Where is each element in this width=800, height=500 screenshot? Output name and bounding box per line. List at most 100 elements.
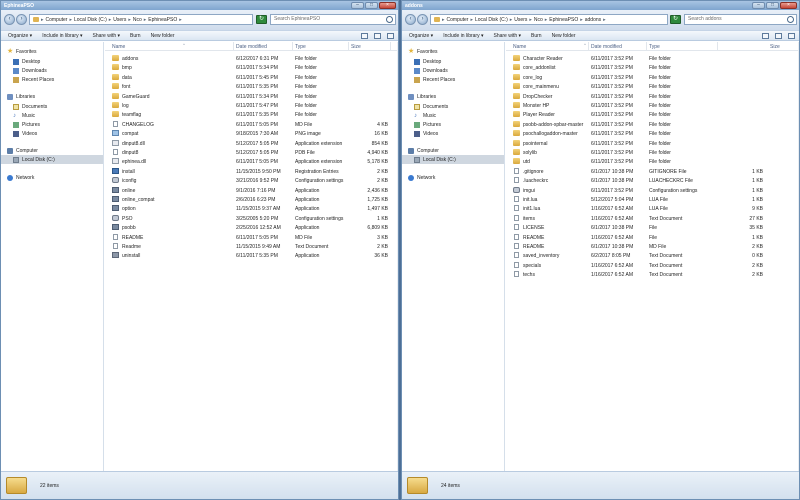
minimize-button[interactable]: –	[752, 2, 765, 9]
back-button[interactable]: ‹	[405, 14, 416, 25]
breadcrumb-segment[interactable]: EphineaPSO	[148, 17, 177, 23]
table-row[interactable]: teamflag 6/11/2017 5:35 PM File folder	[105, 110, 398, 119]
column-date-modified[interactable]: Date modified	[236, 44, 267, 50]
close-button[interactable]: ×	[780, 2, 797, 9]
nav-item-desktop[interactable]: Desktop	[1, 57, 103, 66]
table-row[interactable]: CHANGELOG 6/11/2017 5:05 PM MD File 4 KB	[105, 120, 398, 129]
nav-item-documents[interactable]: Documents	[402, 102, 504, 111]
maximize-button[interactable]: □	[766, 2, 779, 9]
title-bar[interactable]: addons – □ ×	[402, 1, 799, 10]
nav-item-recent[interactable]: Recent Places	[1, 75, 103, 84]
breadcrumb-segment[interactable]: Nco	[133, 17, 142, 23]
breadcrumb-segment[interactable]: Users	[113, 17, 126, 23]
include-in-library-button[interactable]: Include in library ▾	[443, 33, 483, 39]
column-divider[interactable]	[348, 42, 349, 51]
breadcrumb-segment[interactable]: Computer	[46, 17, 68, 23]
nav-item-music[interactable]: ♪ Music	[402, 111, 504, 120]
breadcrumb-separator-icon[interactable]: ▸	[109, 17, 112, 23]
table-row[interactable]: imgui 6/11/2017 3:52 PM Configuration sett…	[506, 186, 799, 195]
column-type[interactable]: Type	[295, 44, 306, 50]
search-icon[interactable]	[787, 16, 794, 23]
table-row[interactable]: solylib 6/11/2017 3:52 PM File folder	[506, 148, 799, 157]
breadcrumb-separator-icon[interactable]: ▸	[580, 17, 583, 23]
refresh-button[interactable]: ↻	[256, 15, 267, 24]
back-button[interactable]: ‹	[4, 14, 15, 25]
table-row[interactable]: specials 1/16/2017 6:52 AM Text Document 2 …	[506, 261, 799, 270]
nav-item-recent[interactable]: Recent Places	[402, 75, 504, 84]
nav-item-music[interactable]: ♪ Music	[1, 111, 103, 120]
table-row[interactable]: .luacheckrc 6/1/2017 10:38 PM LUACHECKRC F…	[506, 176, 799, 185]
nav-item-network[interactable]: Network	[1, 173, 103, 182]
table-row[interactable]: psobb 2/25/2016 12:52 AM Application 6,809 …	[105, 223, 398, 232]
nav-item-favorites[interactable]: ★ Favorites	[402, 47, 504, 56]
breadcrumb-segment[interactable]: Local Disk (C:)	[74, 17, 107, 23]
breadcrumb-separator-icon[interactable]: ▸	[545, 17, 548, 23]
column-divider[interactable]	[292, 42, 293, 51]
nav-item-videos[interactable]: Videos	[402, 129, 504, 138]
breadcrumb-separator-icon[interactable]: ▸	[470, 17, 473, 23]
burn-button[interactable]: Burn	[531, 33, 542, 39]
nav-item-favorites[interactable]: ★ Favorites	[1, 47, 103, 56]
scrollbar[interactable]	[798, 42, 799, 471]
breadcrumb-segment[interactable]: Nco	[534, 17, 543, 23]
search-input[interactable]: Search addons	[684, 14, 797, 25]
table-row[interactable]: uninstall 6/11/2017 5:35 PM Application 36 …	[105, 251, 398, 260]
table-row[interactable]: .gitignore 6/1/2017 10:38 PM GITIGNORE Fil…	[506, 167, 799, 176]
breadcrumb-separator-icon[interactable]: ▸	[179, 17, 182, 23]
breadcrumb-segment[interactable]: Local Disk (C:)	[475, 17, 508, 23]
view-options-icon[interactable]	[361, 33, 368, 39]
table-row[interactable]: init1.lua 1/16/2017 6:52 AM LUA File 9 KB	[506, 204, 799, 213]
table-row[interactable]: Player Reader 6/11/2017 3:52 PM File folde…	[506, 110, 799, 119]
column-size[interactable]: Size	[770, 44, 780, 50]
nav-item-downloads[interactable]: Downloads	[402, 66, 504, 75]
view-options-icon[interactable]	[762, 33, 769, 39]
table-row[interactable]: dinput8.dll 5/12/2017 5:05 PM Application …	[105, 139, 398, 148]
minimize-button[interactable]: –	[351, 2, 364, 9]
table-row[interactable]: techs 1/16/2017 6:52 AM Text Document 2 KB	[506, 270, 799, 279]
table-row[interactable]: core_log 6/11/2017 3:52 PM File folder	[506, 73, 799, 82]
column-name[interactable]: Name	[513, 44, 526, 50]
table-row[interactable]: psochallogaddon-master 6/11/2017 3:52 PM F…	[506, 129, 799, 138]
column-name[interactable]: Name	[112, 44, 125, 50]
column-divider[interactable]	[390, 42, 391, 51]
nav-item-desktop[interactable]: Desktop	[402, 57, 504, 66]
column-date-modified[interactable]: Date modified	[591, 44, 622, 50]
help-icon[interactable]	[788, 33, 795, 39]
preview-pane-icon[interactable]	[374, 33, 381, 39]
include-in-library-button[interactable]: Include in library ▾	[42, 33, 82, 39]
nav-item-documents[interactable]: Documents	[1, 102, 103, 111]
table-row[interactable]: dinput8 5/12/2017 5:05 PM PDB File 4,940 KB	[105, 148, 398, 157]
table-row[interactable]: data 6/11/2017 5:45 PM File folder	[105, 73, 398, 82]
refresh-button[interactable]: ↻	[670, 15, 681, 24]
table-row[interactable]: core_mainmenu 6/11/2017 3:52 PM File folde…	[506, 82, 799, 91]
new-folder-button[interactable]: New folder	[552, 33, 576, 39]
table-row[interactable]: online 9/1/2016 7:16 PM Application 2,436 K…	[105, 186, 398, 195]
column-type[interactable]: Type	[649, 44, 660, 50]
breadcrumb-separator-icon[interactable]: ▸	[510, 17, 513, 23]
breadcrumb-separator-icon[interactable]: ▸	[69, 17, 72, 23]
search-icon[interactable]	[386, 16, 393, 23]
nav-item-computer[interactable]: Computer	[402, 146, 504, 155]
breadcrumb[interactable]: ▸ Computer ▸ Local Disk (C:) ▸ Users ▸ Nco ▸ Ephi…	[430, 14, 668, 25]
table-row[interactable]: saved_inventory 6/2/2017 8:05 PM Text Docu…	[506, 251, 799, 260]
maximize-button[interactable]: □	[365, 2, 378, 9]
nav-item-local-disk[interactable]: Local Disk (C:)	[1, 155, 103, 164]
table-row[interactable]: option 11/15/2015 9:37 AM Application 1,497…	[105, 204, 398, 213]
table-row[interactable]: bmp 6/11/2017 5:34 PM File folder	[105, 63, 398, 72]
table-row[interactable]: online_compat 2/6/2016 6:23 PM Application…	[105, 195, 398, 204]
scrollbar[interactable]	[397, 42, 398, 471]
breadcrumb-separator-icon[interactable]: ▸	[603, 17, 606, 23]
breadcrumb-segment[interactable]: Users	[514, 17, 527, 23]
table-row[interactable]: README 6/11/2017 5:05 PM MD File 3 KB	[105, 233, 398, 242]
breadcrumb-separator-icon[interactable]: ▸	[144, 17, 147, 23]
table-row[interactable]: Readme 11/15/2015 9:49 AM Text Document 2 K…	[105, 242, 398, 251]
table-row[interactable]: log 6/11/2017 5:47 PM File folder	[105, 101, 398, 110]
table-row[interactable]: utd 6/11/2017 3:52 PM File folder	[506, 157, 799, 166]
table-row[interactable]: ephinea.dll 6/11/2017 5:05 PM Application …	[105, 157, 398, 166]
preview-pane-icon[interactable]	[775, 33, 782, 39]
breadcrumb-separator-icon[interactable]: ▸	[529, 17, 532, 23]
title-bar[interactable]: EphineaPSO – □ ×	[1, 1, 398, 10]
burn-button[interactable]: Burn	[130, 33, 141, 39]
table-row[interactable]: PSO 3/25/2005 5:20 PM Configuration settin…	[105, 214, 398, 223]
table-row[interactable]: Character Reader 6/11/2017 3:52 PM File fo…	[506, 54, 799, 63]
